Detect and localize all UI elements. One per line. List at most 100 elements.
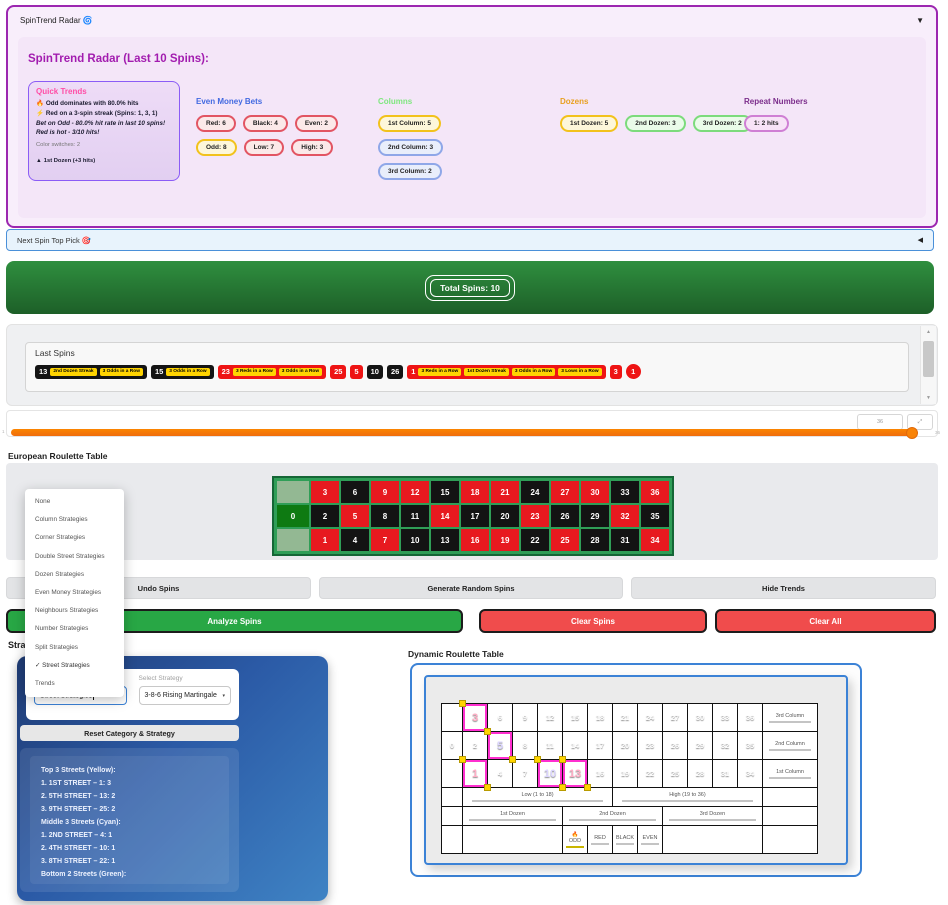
dyn-cell-23[interactable]: 23 (638, 732, 663, 760)
dyn-cell-14[interactable]: 14 (563, 732, 588, 760)
clear-spins-button[interactable]: Clear Spins (479, 609, 707, 633)
cell-7[interactable]: 7 (371, 529, 399, 551)
dyn-cell-29[interactable]: 29 (688, 732, 713, 760)
dyn-cell-18[interactable]: 18 (588, 704, 613, 732)
dropdown-option[interactable]: Trends (25, 675, 124, 693)
dyn-cell-28[interactable]: 28 (688, 760, 713, 788)
dyn-cell-34[interactable]: 34 (738, 760, 763, 788)
dyn-cell-10[interactable]: 10 (538, 760, 563, 788)
column-label-cell[interactable]: 3rd Column (763, 704, 818, 732)
dropdown-option[interactable]: Dozen Strategies (25, 566, 124, 584)
dyn-cell-1[interactable]: 1 (463, 760, 488, 788)
cell-3[interactable]: 3 (311, 481, 339, 503)
hide-trends-button[interactable]: Hide Trends (631, 577, 936, 599)
dozen-bet-cell[interactable]: 2nd Dozen (563, 807, 663, 826)
cell-zero[interactable]: 0 (277, 505, 309, 527)
scrollbar[interactable]: ▲ ▼ (920, 326, 936, 404)
dozen-bet-cell[interactable]: 1st Dozen (463, 807, 563, 826)
dyn-cell-27[interactable]: 27 (663, 704, 688, 732)
cell-25[interactable]: 25 (551, 529, 579, 551)
range-slider[interactable] (11, 429, 916, 436)
cell-16[interactable]: 16 (461, 529, 489, 551)
cell-28[interactable]: 28 (581, 529, 609, 551)
cell-15[interactable]: 15 (431, 481, 459, 503)
scroll-down-icon[interactable]: ▼ (921, 395, 936, 401)
dropdown-option[interactable]: Number Strategies (25, 620, 124, 638)
cell-27[interactable]: 27 (551, 481, 579, 503)
dyn-cell-6[interactable]: 6 (488, 704, 513, 732)
dropdown-option[interactable]: Column Strategies (25, 511, 124, 529)
dyn-cell-16[interactable]: 16 (588, 760, 613, 788)
cell-10[interactable]: 10 (401, 529, 429, 551)
scroll-up-icon[interactable]: ▲ (921, 329, 936, 335)
cell-17[interactable]: 17 (461, 505, 489, 527)
dyn-cell-36[interactable]: 36 (738, 704, 763, 732)
odd-bet-cell[interactable]: 🔥ODD (563, 826, 588, 854)
dropdown-option[interactable]: Double Street Strategies (25, 548, 124, 566)
dyn-cell-26[interactable]: 26 (663, 732, 688, 760)
cell-36[interactable]: 36 (641, 481, 669, 503)
even-bet-cell[interactable]: EVEN (638, 826, 663, 854)
dropdown-option[interactable]: Corner Strategies (25, 529, 124, 547)
collapse-left-icon[interactable]: ◀ (918, 236, 923, 244)
strategy-select[interactable]: 3-8-6 Rising Martingale ▾ (139, 686, 232, 705)
dyn-cell-4[interactable]: 4 (488, 760, 513, 788)
dyn-cell-30[interactable]: 30 (688, 704, 713, 732)
cell-5[interactable]: 5 (341, 505, 369, 527)
dropdown-option[interactable]: Split Strategies (25, 639, 124, 657)
dyn-cell-24[interactable]: 24 (638, 704, 663, 732)
dyn-cell-9[interactable]: 9 (513, 704, 538, 732)
cell-29[interactable]: 29 (581, 505, 609, 527)
dyn-cell-12[interactable]: 12 (538, 704, 563, 732)
cell-32[interactable]: 32 (611, 505, 639, 527)
dyn-cell-5[interactable]: 5 (488, 732, 513, 760)
cell-19[interactable]: 19 (491, 529, 519, 551)
scrollbar-thumb[interactable] (923, 341, 934, 377)
high-bet-cell[interactable]: High (19 to 36) (613, 788, 763, 807)
column-label-cell[interactable]: 2nd Column (763, 732, 818, 760)
column-label-cell[interactable]: 1st Column (763, 760, 818, 788)
cell-33[interactable]: 33 (611, 481, 639, 503)
dropdown-option[interactable]: Even Money Strategies (25, 584, 124, 602)
dyn-cell-20[interactable]: 20 (613, 732, 638, 760)
cell-18[interactable]: 18 (461, 481, 489, 503)
black-bet-cell[interactable]: BLACK (613, 826, 638, 854)
dropdown-option[interactable]: None (25, 493, 124, 511)
dropdown-option[interactable]: ✓ Street Strategies (25, 657, 124, 675)
cell-2[interactable]: 2 (311, 505, 339, 527)
dyn-cell-31[interactable]: 31 (713, 760, 738, 788)
dyn-cell-13[interactable]: 13 (563, 760, 588, 788)
next-spin-top-pick-bar[interactable]: Next Spin Top Pick 🎯 ◀ (6, 229, 934, 251)
cell-8[interactable]: 8 (371, 505, 399, 527)
cell-13[interactable]: 13 (431, 529, 459, 551)
dyn-cell-22[interactable]: 22 (638, 760, 663, 788)
dyn-cell-25[interactable]: 25 (663, 760, 688, 788)
generate-random-spins-button[interactable]: Generate Random Spins (319, 577, 623, 599)
cell-4[interactable]: 4 (341, 529, 369, 551)
cell-34[interactable]: 34 (641, 529, 669, 551)
range-slider-handle[interactable] (906, 427, 918, 439)
dyn-cell-21[interactable]: 21 (613, 704, 638, 732)
red-bet-cell[interactable]: RED (588, 826, 613, 854)
dropdown-option[interactable]: Neighbours Strategies (25, 602, 124, 620)
cell-11[interactable]: 11 (401, 505, 429, 527)
cell-26[interactable]: 26 (551, 505, 579, 527)
cell-22[interactable]: 22 (521, 529, 549, 551)
dyn-cell-32[interactable]: 32 (713, 732, 738, 760)
cell-23[interactable]: 23 (521, 505, 549, 527)
cell-35[interactable]: 35 (641, 505, 669, 527)
dozen-bet-cell[interactable]: 3rd Dozen (663, 807, 763, 826)
cell-31[interactable]: 31 (611, 529, 639, 551)
dyn-cell-35[interactable]: 35 (738, 732, 763, 760)
collapse-icon[interactable]: ▼ (916, 16, 924, 25)
cell-1[interactable]: 1 (311, 529, 339, 551)
cell-14[interactable]: 14 (431, 505, 459, 527)
dyn-cell-7[interactable]: 7 (513, 760, 538, 788)
count-button[interactable]: 36 (857, 414, 903, 430)
dyn-cell-33[interactable]: 33 (713, 704, 738, 732)
dyn-cell-2[interactable]: 2 (463, 732, 488, 760)
dyn-cell-19[interactable]: 19 (613, 760, 638, 788)
clear-all-button[interactable]: Clear All (715, 609, 936, 633)
cell-21[interactable]: 21 (491, 481, 519, 503)
cell-9[interactable]: 9 (371, 481, 399, 503)
